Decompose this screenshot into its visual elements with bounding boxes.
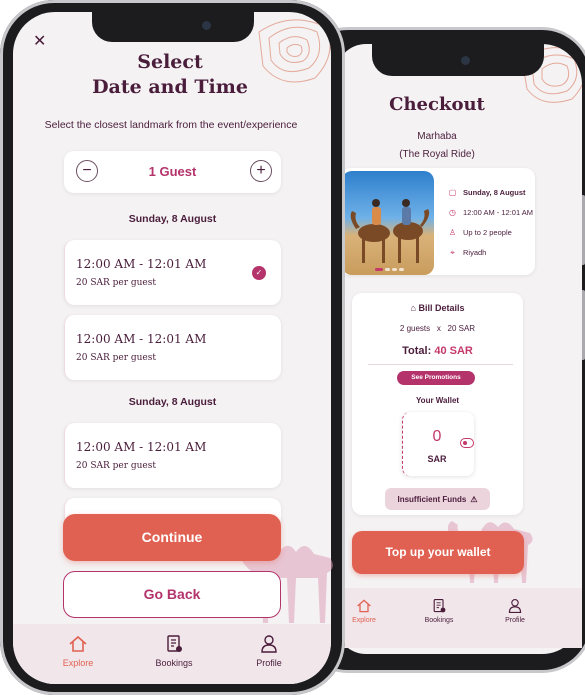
wallet-currency: SAR xyxy=(427,454,447,464)
top-up-wallet-button[interactable]: Top up your wallet xyxy=(352,531,524,574)
image-carousel-dots[interactable] xyxy=(375,268,404,271)
nav-bookings[interactable]: Bookings xyxy=(144,634,204,668)
nav-profile[interactable]: Profile xyxy=(490,598,540,624)
bill-details-title: ⌂ Bill Details xyxy=(352,303,523,313)
checkmark-icon: ✓ xyxy=(252,266,266,280)
divider xyxy=(368,364,513,365)
date-header: Sunday, 8 August xyxy=(128,396,217,408)
detail-date: ▢ Sunday, 8 August xyxy=(448,188,526,197)
location-pin-icon: ⌖ xyxy=(450,248,455,257)
clock-icon: ◷ xyxy=(449,208,456,217)
nav-explore-label: Explore xyxy=(62,658,94,668)
slot-time: 12:00 AM - 12:01 AM xyxy=(76,257,207,271)
profile-icon xyxy=(508,599,522,613)
decrease-guest-button[interactable]: − xyxy=(76,160,98,182)
total-label: Total: xyxy=(402,345,432,357)
time-slot[interactable] xyxy=(64,315,281,380)
wallet-label: Your Wallet xyxy=(415,396,460,405)
nav-profile-label: Profile xyxy=(505,617,525,624)
detail-location-text: Riyadh xyxy=(463,248,487,257)
slot-time: 12:00 AM - 12:01 AM xyxy=(76,332,207,346)
page-subtitle: Select the closest landmark from the eve… xyxy=(44,119,298,131)
page-title-line1: Select xyxy=(137,51,203,73)
notch xyxy=(92,12,254,42)
nav-explore[interactable]: Explore xyxy=(48,634,108,668)
detail-time-text: 12:00 AM - 12:01 AM xyxy=(463,208,534,217)
camera-icon xyxy=(202,21,211,30)
experience-name: Marhaba xyxy=(417,131,457,142)
slot-price: 20 SAR per guest xyxy=(76,353,156,363)
detail-people-text: Up to 2 people xyxy=(463,228,512,237)
detail-time: ◷ 12:00 AM - 12:01 AM xyxy=(448,208,533,217)
bookings-icon xyxy=(433,599,446,613)
home-icon xyxy=(357,599,371,613)
person-icon: ♙ xyxy=(448,228,457,237)
bill-total: Total: 40 SAR xyxy=(352,345,523,357)
profile-icon xyxy=(261,635,277,653)
bill-calculation: 2 guests x 20 SAR xyxy=(352,324,523,333)
checkout-title: Checkout xyxy=(389,94,485,115)
slot-price: 20 SAR per guest xyxy=(76,278,156,288)
tag-icon: ⌂ xyxy=(410,303,416,313)
warning-icon: ⚠ xyxy=(470,494,478,504)
detail-people: ♙ Up to 2 people xyxy=(448,228,512,237)
date-header: Sunday, 8 August xyxy=(128,213,217,225)
experience-image[interactable] xyxy=(342,171,434,275)
detail-location: ⌖ Riyadh xyxy=(448,248,486,257)
slot-price: 20 SAR per guest xyxy=(76,461,156,471)
bill-guests: 2 guests xyxy=(399,324,431,333)
close-icon[interactable]: ✕ xyxy=(33,34,46,50)
experience-subtitle: (The Royal Ride) xyxy=(399,149,475,160)
nav-explore[interactable]: Explore xyxy=(339,598,389,624)
bill-title-text: Bill Details xyxy=(418,303,465,313)
detail-date-text: Sunday, 8 August xyxy=(463,188,526,197)
wallet-toggle[interactable] xyxy=(460,438,474,448)
page-title: Select Date and Time xyxy=(70,50,270,100)
increase-guest-button[interactable]: + xyxy=(250,160,272,182)
nav-explore-label: Explore xyxy=(352,617,376,624)
go-back-button[interactable]: Go Back xyxy=(63,571,281,618)
calendar-icon: ▢ xyxy=(448,188,457,197)
total-amount: 40 SAR xyxy=(434,345,473,357)
insufficient-funds-text: Insufficient Funds xyxy=(397,494,467,504)
notch xyxy=(372,42,544,76)
bill-multiply: x xyxy=(436,324,441,333)
time-slot[interactable] xyxy=(64,423,281,488)
camel-photo-icon xyxy=(350,199,430,263)
nav-profile[interactable]: Profile xyxy=(239,634,299,668)
guest-count: 1 Guest xyxy=(148,164,197,179)
slot-time: 12:00 AM - 12:01 AM xyxy=(76,440,207,454)
bill-unit-price: 20 SAR xyxy=(447,324,476,333)
nav-bookings-label: Bookings xyxy=(424,617,454,624)
see-promotions-button[interactable]: See Promotions xyxy=(397,371,475,385)
nav-profile-label: Profile xyxy=(256,658,282,668)
nav-bookings-label: Bookings xyxy=(155,658,193,668)
time-slot-selected[interactable] xyxy=(64,240,281,305)
continue-button[interactable]: Continue xyxy=(63,514,281,561)
nav-bookings[interactable]: Bookings xyxy=(414,598,464,624)
home-icon xyxy=(69,635,87,652)
camera-icon xyxy=(461,56,470,65)
page-title-line2: Date and Time xyxy=(92,76,248,98)
bookings-icon xyxy=(167,635,182,652)
